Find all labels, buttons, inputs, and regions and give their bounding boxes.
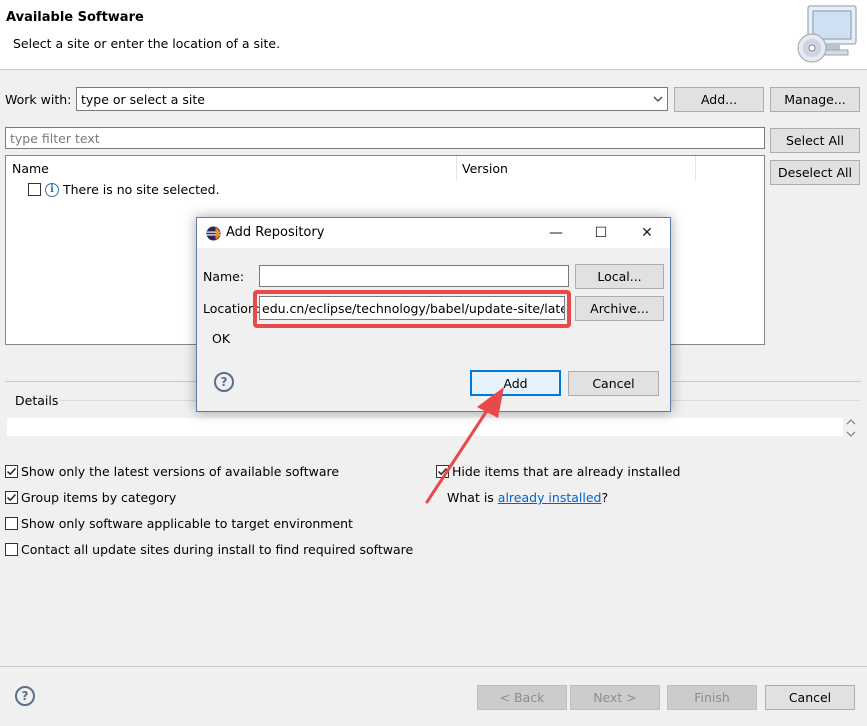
contact-sites-label: Contact all update sites during install … — [21, 542, 414, 557]
column-version[interactable]: Version — [462, 161, 508, 176]
name-label: Name: — [203, 269, 245, 284]
option-group-by-category[interactable]: Group items by category — [5, 490, 176, 505]
select-all-button[interactable]: Select All — [770, 128, 860, 153]
dialog-status: OK — [212, 331, 231, 346]
group-by-category-label: Group items by category — [21, 490, 177, 505]
location-highlight — [253, 290, 571, 328]
column-divider — [456, 156, 457, 180]
filter-placeholder: type filter text — [10, 130, 100, 146]
cancel-button[interactable]: Cancel — [765, 685, 855, 710]
group-by-category-checkbox[interactable] — [5, 491, 18, 504]
back-button[interactable]: < Back — [477, 685, 567, 710]
dialog-title: Add Repository — [226, 225, 325, 240]
work-with-label: Work with: — [5, 92, 72, 107]
details-scroll-arrows-icon[interactable] — [845, 416, 857, 440]
latest-versions-checkbox[interactable] — [5, 465, 18, 478]
chevron-down-icon[interactable] — [653, 94, 663, 104]
target-env-checkbox[interactable] — [5, 517, 18, 530]
column-name[interactable]: Name — [12, 161, 49, 176]
already-installed-link[interactable]: already installed — [498, 490, 602, 505]
work-with-placeholder: type or select a site — [81, 91, 205, 107]
tree-row-checkbox[interactable] — [28, 183, 41, 196]
name-input[interactable] — [259, 265, 569, 287]
add-site-button[interactable]: Add... — [674, 87, 764, 112]
target-env-label: Show only software applicable to target … — [21, 516, 353, 531]
filter-input[interactable]: type filter text — [5, 127, 765, 149]
option-target-env[interactable]: Show only software applicable to target … — [5, 516, 353, 531]
column-divider — [695, 156, 696, 180]
deselect-all-button[interactable]: Deselect All — [770, 160, 860, 185]
wizard-banner: Available Software Select a site or ente… — [0, 0, 867, 70]
close-icon[interactable]: ✕ — [637, 223, 657, 243]
minimize-icon[interactable]: — — [546, 223, 566, 243]
install-software-icon — [797, 5, 857, 63]
dialog-help-icon[interactable]: ? — [214, 372, 234, 392]
work-with-combo[interactable]: type or select a site — [76, 87, 668, 111]
manage-sites-button[interactable]: Manage... — [770, 87, 860, 112]
annotation-arrow-icon — [425, 387, 504, 504]
maximize-icon[interactable]: ☐ — [591, 223, 611, 243]
tree-row-empty: i There is no site selected. — [28, 182, 220, 197]
tree-header: Name Version — [6, 156, 764, 180]
wizard-title: Available Software — [6, 10, 144, 25]
help-icon[interactable]: ? — [15, 686, 35, 706]
option-latest-versions[interactable]: Show only the latest versions of availab… — [5, 464, 339, 479]
add-repository-dialog: Add Repository — ☐ ✕ Name: Local... Loca… — [196, 217, 671, 412]
dialog-cancel-button[interactable]: Cancel — [568, 371, 659, 396]
local-button[interactable]: Local... — [575, 264, 664, 289]
empty-message: There is no site selected. — [63, 182, 220, 197]
checkmark-icon — [6, 493, 17, 502]
checkmark-icon — [6, 467, 17, 476]
info-icon: i — [45, 182, 59, 197]
next-button[interactable]: Next > — [570, 685, 660, 710]
what-is-suffix: ? — [601, 490, 609, 505]
location-label: Location: — [203, 301, 261, 316]
contact-sites-checkbox[interactable] — [5, 543, 18, 556]
dialog-titlebar[interactable]: Add Repository — ☐ ✕ — [197, 218, 670, 248]
archive-button[interactable]: Archive... — [575, 296, 664, 321]
option-contact-sites[interactable]: Contact all update sites during install … — [5, 542, 413, 557]
details-label: Details — [15, 393, 59, 408]
finish-button[interactable]: Finish — [667, 685, 757, 710]
footer-separator — [0, 666, 867, 667]
eclipse-icon — [206, 226, 221, 241]
latest-versions-label: Show only the latest versions of availab… — [21, 464, 340, 479]
wizard-subtitle: Select a site or enter the location of a… — [13, 36, 281, 51]
